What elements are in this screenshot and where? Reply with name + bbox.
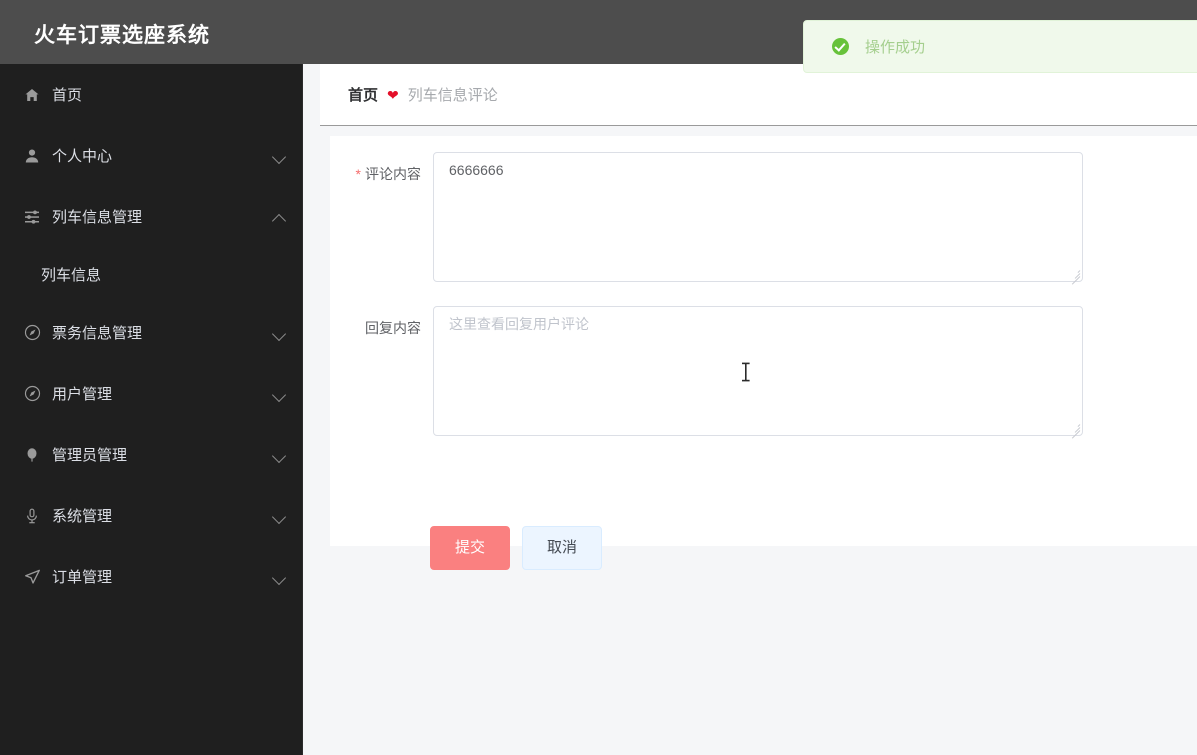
heart-icon: ❤: [387, 86, 399, 103]
sidebar-subitem-train-info[interactable]: 列车信息: [0, 247, 302, 302]
app-root: 火车订票选座系统 首页 个人中心 列车信息管理 列车信息 票务信息管理 用户管理…: [0, 0, 1197, 755]
sidebar-item-home[interactable]: 首页: [0, 64, 302, 125]
comment-content-label: * 评论内容: [355, 166, 421, 182]
chevron-down-icon[interactable]: [271, 326, 287, 341]
sidebar-item-order-management[interactable]: 订单管理: [0, 546, 302, 607]
success-check-icon: [832, 38, 849, 55]
form-actions: 提交 取消: [430, 526, 603, 570]
chevron-down-icon[interactable]: [271, 448, 287, 463]
home-icon: [20, 87, 44, 103]
balloon-icon: [20, 447, 44, 463]
sidebar-item-admin-management-label: 管理员管理: [52, 447, 128, 464]
breadcrumb-home-link[interactable]: 首页: [348, 84, 378, 105]
sidebar-item-user-management-label: 用户管理: [52, 386, 113, 403]
comment-content-textarea[interactable]: [433, 152, 1083, 282]
sidebar-item-system-management[interactable]: 系统管理: [0, 485, 302, 546]
chevron-down-icon[interactable]: [271, 149, 287, 164]
sliders-icon: [20, 209, 44, 225]
sidebar-item-train-info-management[interactable]: 列车信息管理: [0, 186, 302, 247]
comment-form-card: *评论内容 回复内容 提交 取消: [330, 136, 1197, 570]
required-asterisk-icon: *: [355, 166, 361, 182]
sidebar-subitem-train-info-label: 列车信息: [41, 267, 102, 284]
sidebar-item-personal-center[interactable]: 个人中心: [0, 125, 302, 186]
comment-content-textarea-wrap: [433, 152, 1083, 285]
reply-content-textarea-wrap: [433, 306, 1083, 439]
breadcrumb-current-page: 列车信息评论: [407, 87, 498, 104]
sidebar-nav[interactable]: 首页 个人中心 列车信息管理 列车信息 票务信息管理 用户管理 管理员管理 系统…: [0, 64, 303, 755]
paper-plane-icon: [20, 568, 44, 585]
microphone-icon: [20, 508, 44, 524]
sidebar-item-ticket-info-management-label: 票务信息管理: [52, 325, 143, 342]
chevron-down-icon[interactable]: [271, 570, 287, 585]
submit-button[interactable]: 提交: [430, 526, 511, 570]
form-row-comment-content: * 评论内容: [330, 152, 1083, 285]
sidebar-item-user-management[interactable]: 用户管理: [0, 363, 302, 424]
sidebar-item-personal-center-label: 个人中心: [52, 148, 113, 165]
success-toast[interactable]: 操作成功: [803, 20, 1197, 73]
user-icon: [20, 148, 44, 164]
sidebar-item-train-info-management-label: 列车信息管理: [52, 209, 143, 226]
compass-icon: [20, 324, 44, 341]
sidebar-item-admin-management[interactable]: 管理员管理: [0, 424, 302, 485]
reply-content-textarea[interactable]: [433, 306, 1083, 436]
compass-icon: [20, 385, 44, 402]
sidebar-item-home-label: 首页: [52, 87, 83, 104]
sidebar-item-order-management-label: 订单管理: [52, 569, 113, 586]
chevron-down-icon[interactable]: [271, 387, 287, 402]
form-row-reply-content: 回复内容: [330, 306, 1083, 439]
main-content: 首页 ❤ 列车信息评论 *评论内容 回复内容: [303, 64, 1197, 755]
sidebar-item-ticket-info-management[interactable]: 票务信息管理: [0, 302, 302, 363]
cancel-button[interactable]: 取消: [522, 526, 603, 570]
breadcrumb: 首页 ❤ 列车信息评论: [320, 64, 1197, 126]
chevron-down-icon[interactable]: [271, 509, 287, 524]
success-toast-message: 操作成功: [865, 39, 926, 56]
app-title: 火车订票选座系统: [34, 24, 210, 47]
chevron-up-icon[interactable]: [271, 213, 287, 228]
sidebar-item-system-management-label: 系统管理: [52, 508, 113, 525]
reply-content-label: 回复内容: [365, 320, 421, 336]
